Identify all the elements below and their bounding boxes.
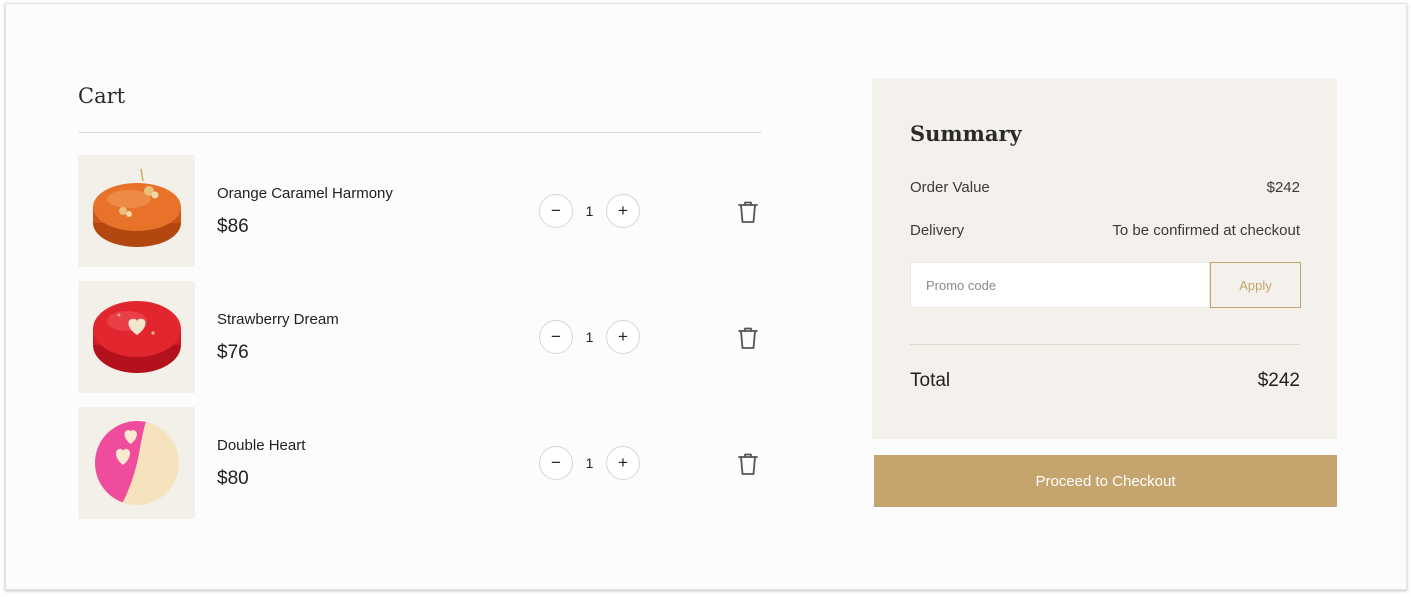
total-label: Total <box>910 370 951 391</box>
cart-divider <box>78 132 762 133</box>
summary-title: Summary <box>910 121 1022 146</box>
cart-page: Cart Orange Caramel Harmony $86 − 1 + St… <box>5 3 1407 590</box>
delivery-label: Delivery <box>910 222 965 239</box>
trash-icon[interactable] <box>735 325 761 351</box>
item-price: $80 <box>217 468 249 489</box>
product-image-orange-caramel[interactable] <box>78 155 195 267</box>
product-image-strawberry[interactable] <box>78 281 195 393</box>
quantity-stepper: − 1 + <box>539 320 640 354</box>
summary-panel: Summary Order Value $242 Delivery To be … <box>872 78 1337 439</box>
apply-button[interactable]: Apply <box>1210 262 1301 308</box>
cart-title: Cart <box>78 84 126 108</box>
item-price: $76 <box>217 342 249 363</box>
order-value: $242 <box>1266 179 1300 196</box>
cart-item: Strawberry Dream $76 − 1 + <box>78 281 762 393</box>
decrement-button[interactable]: − <box>539 446 573 480</box>
trash-icon[interactable] <box>735 199 761 225</box>
cart-list: Orange Caramel Harmony $86 − 1 + Strawbe… <box>78 155 762 533</box>
decrement-button[interactable]: − <box>539 194 573 228</box>
quantity-value: 1 <box>585 203 594 219</box>
proceed-to-checkout-button[interactable]: Proceed to Checkout <box>874 455 1337 507</box>
increment-button[interactable]: + <box>606 446 640 480</box>
increment-button[interactable]: + <box>606 194 640 228</box>
delivery-row: Delivery To be confirmed at checkout <box>910 222 1300 239</box>
quantity-value: 1 <box>585 455 594 471</box>
decrement-button[interactable]: − <box>539 320 573 354</box>
quantity-stepper: − 1 + <box>539 194 640 228</box>
delivery-value: To be confirmed at checkout <box>1112 222 1300 239</box>
quantity-stepper: − 1 + <box>539 446 640 480</box>
cart-item: Orange Caramel Harmony $86 − 1 + <box>78 155 762 267</box>
order-value-label: Order Value <box>910 179 990 196</box>
quantity-value: 1 <box>585 329 594 345</box>
promo-code-input[interactable] <box>910 262 1210 308</box>
item-name[interactable]: Double Heart <box>217 437 305 454</box>
item-name[interactable]: Strawberry Dream <box>217 311 339 328</box>
total-row: Total $242 <box>910 370 1300 392</box>
order-value-row: Order Value $242 <box>910 179 1300 196</box>
cart-item: Double Heart $80 − 1 + <box>78 407 762 519</box>
total-value: $242 <box>1257 370 1300 391</box>
product-image-double-heart[interactable] <box>78 407 195 519</box>
increment-button[interactable]: + <box>606 320 640 354</box>
trash-icon[interactable] <box>735 451 761 477</box>
promo-code-group: Apply <box>910 262 1301 308</box>
item-name[interactable]: Orange Caramel Harmony <box>217 185 393 202</box>
summary-divider <box>910 344 1300 345</box>
item-price: $86 <box>217 216 249 237</box>
